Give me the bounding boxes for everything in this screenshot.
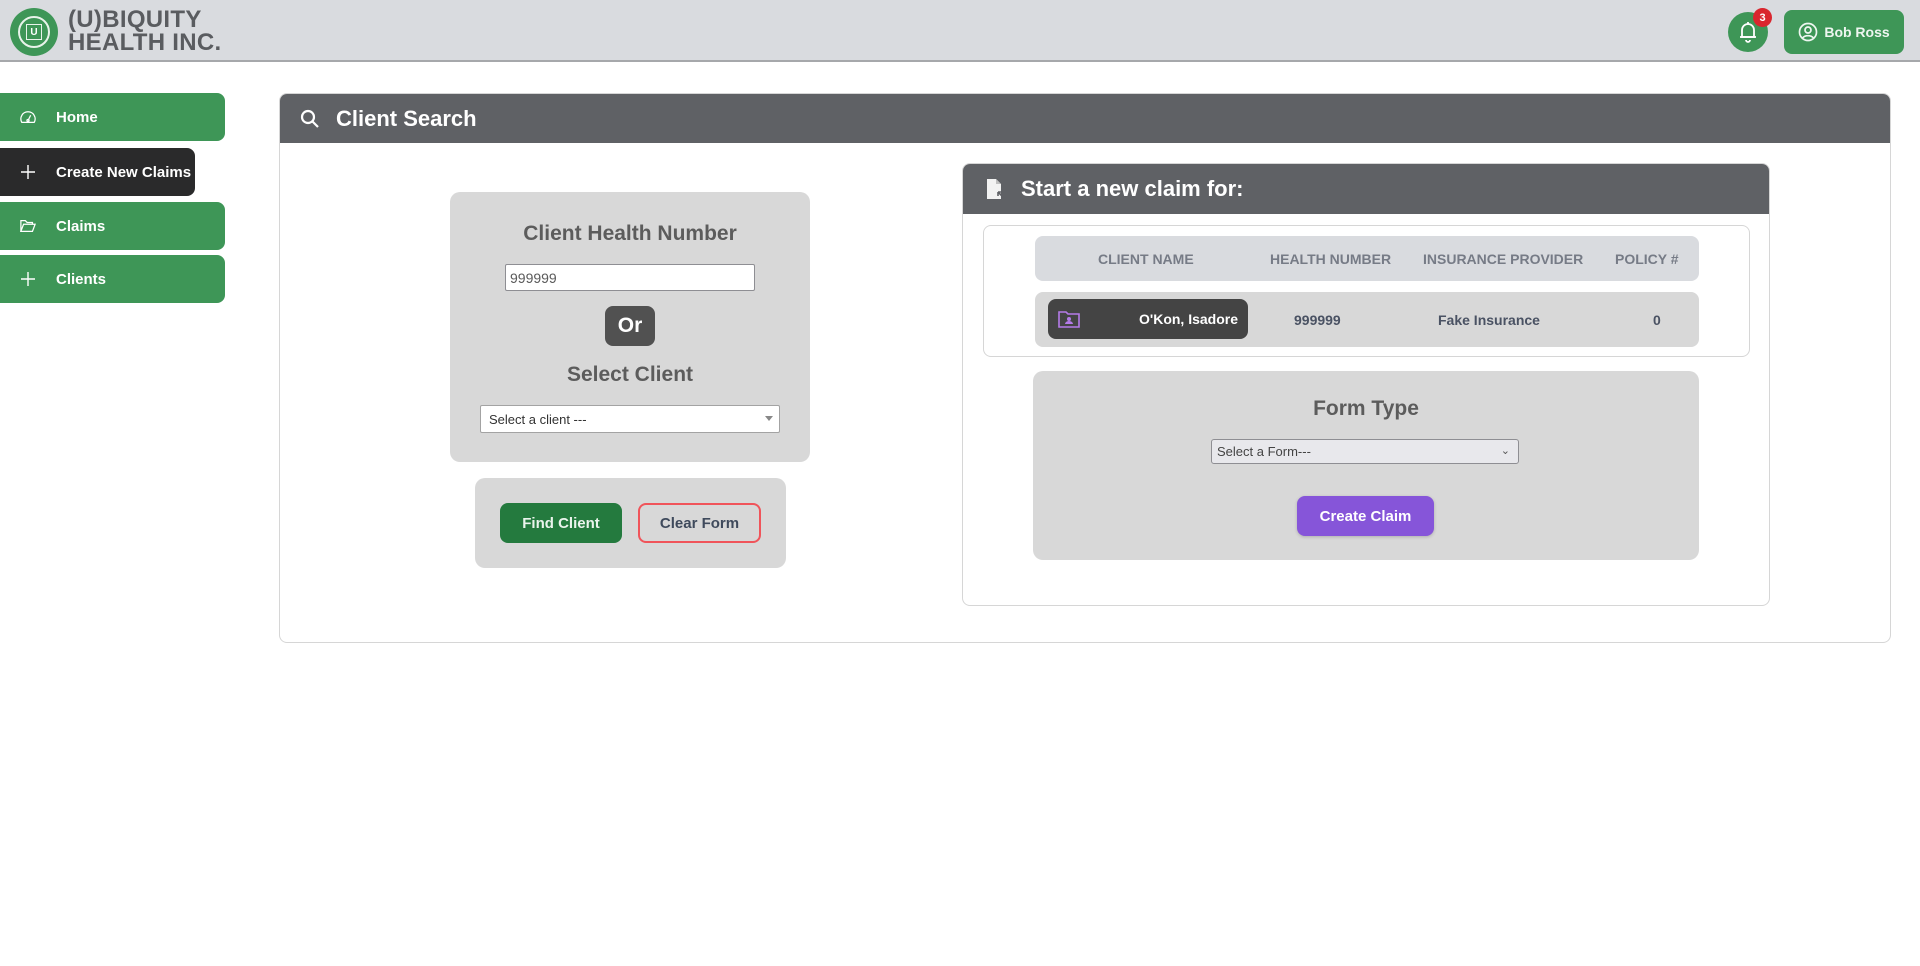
user-profile-button[interactable]: Bob Ross [1784,10,1904,54]
new-claim-header: Start a new claim for: [963,164,1769,214]
new-claim-card: Start a new claim for: CLIENT NAME HEALT… [962,163,1770,606]
user-circle-icon [1798,22,1818,42]
column-header-health-number: HEALTH NUMBER [1270,250,1392,267]
form-select-value: Select a Form--- [1217,444,1311,459]
plus-icon [20,271,36,287]
sidebar-item-claims[interactable]: Claims [0,202,225,250]
column-header-insurance-provider: INSURANCE PROVIDER [1423,250,1584,267]
search-icon [300,109,319,128]
sidebar-item-label: Claims [56,217,106,235]
dashboard-gauge-icon [20,109,36,125]
health-number-cell: 999999 [1294,311,1341,328]
brand-name[interactable]: (U)BIQUITY HEALTH INC. [68,6,222,56]
insurance-provider-cell: Fake Insurance [1438,311,1540,328]
client-search-title: Client Search [336,105,477,131]
search-actions-panel: Find Client Clear Form [475,478,786,568]
plus-icon [20,164,36,180]
client-select-dropdown[interactable]: Select a client --- [480,405,780,433]
table-header-row: CLIENT NAME HEALTH NUMBER INSURANCE PROV… [1035,236,1699,281]
client-search-header: Client Search [280,94,1890,143]
form-type-select[interactable]: Select a Form--- ⌄ [1211,439,1519,464]
policy-number-cell: 0 [1653,311,1661,328]
new-claim-title: Start a new claim for: [1021,176,1244,201]
table-row: O'Kon, Isadore 999999 Fake Insurance 0 [1035,292,1699,347]
brand-line-2: HEALTH INC. [68,29,222,56]
select-client-label: Select Client [566,363,694,386]
user-name: Bob Ross [1824,24,1890,40]
or-divider: Or [605,306,655,346]
caret-down-icon [765,416,773,421]
column-header-client-name: CLIENT NAME [1098,250,1194,267]
form-type-label: Form Type [1313,397,1419,420]
client-select-value: Select a client --- [489,411,587,427]
sidebar-item-label: Clients [56,270,107,288]
client-name-cell: O'Kon, Isadore [1138,311,1238,327]
notification-count-badge: 3 [1753,8,1772,27]
sidebar-item-home[interactable]: Home [0,93,225,141]
form-type-panel: Form Type Select a Form--- ⌄ Create Clai… [1033,371,1699,560]
client-table: CLIENT NAME HEALTH NUMBER INSURANCE PROV… [983,225,1750,357]
health-number-input[interactable] [505,264,755,291]
sidebar-item-clients[interactable]: Clients [0,255,225,303]
client-lookup-panel: Client Health Number Or Select Client Se… [450,192,810,462]
column-header-policy-number: POLICY # [1615,250,1679,267]
folder-open-icon [20,218,36,234]
chevron-down-icon: ⌄ [1500,445,1510,457]
sidebar-item-create-new-claims[interactable]: Create New Claims [0,148,195,196]
find-client-button[interactable]: Find Client [500,503,622,543]
file-export-icon [987,179,1005,199]
create-claim-button[interactable]: Create Claim [1297,496,1434,536]
sidebar-item-label: Home [56,108,98,126]
client-name-chip[interactable]: O'Kon, Isadore [1048,299,1248,339]
logo-letter: U [26,24,42,40]
clear-form-button[interactable]: Clear Form [638,503,761,543]
client-folder-icon [1058,311,1080,328]
sidebar-item-label: Create New Claims [56,163,192,181]
brand-line-1: (U)BIQUITY [68,6,202,33]
top-navbar: U (U)BIQUITY HEALTH INC. 3 Bob Ross [0,0,1920,62]
health-number-label: Client Health Number [523,222,737,245]
ubiquity-logo-icon[interactable]: U [10,8,58,56]
